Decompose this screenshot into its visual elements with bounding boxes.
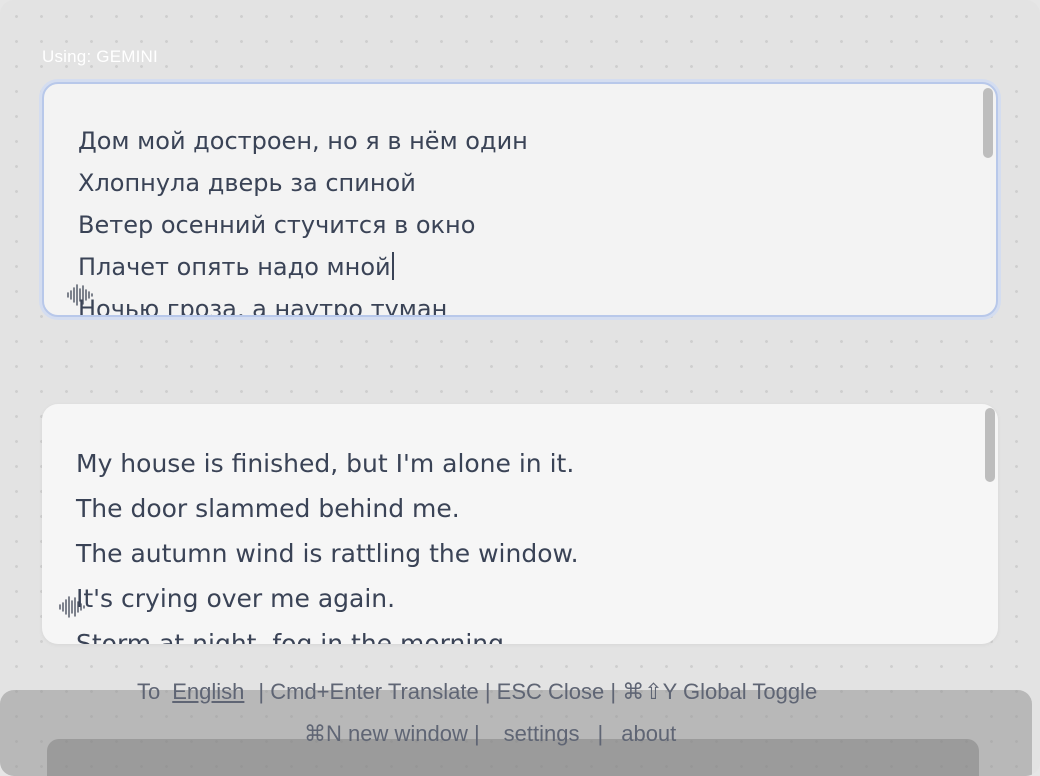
translator-window: Using: GEMINI Дом мой достроен, но я в н… (0, 0, 1040, 776)
source-text-area[interactable]: Дом мой достроен, но я в нём один Хлопну… (42, 82, 998, 317)
source-line: Плачет опять надо мной (78, 253, 391, 281)
translate-shortcut: | Cmd+Enter Translate (258, 679, 479, 704)
to-label: To (137, 679, 161, 704)
source-line: Ветер осенний стучится в окно (78, 211, 476, 239)
about-link[interactable]: about (621, 721, 676, 746)
result-line: The autumn wind is rattling the window. (76, 539, 579, 568)
footer-separator: | (597, 721, 604, 746)
footer-links: ⌘N new window | settings | about (304, 721, 676, 747)
result-scrollbar[interactable] (985, 408, 995, 482)
sound-wave-icon[interactable] (66, 282, 96, 308)
source-text[interactable]: Дом мой достроен, но я в нём один Хлопну… (78, 120, 966, 317)
source-line: Дом мой достроен, но я в нём один (78, 127, 528, 155)
source-line: Хлопнула дверь за спиной (78, 169, 416, 197)
result-line: Storm at night, fog in the morning (76, 629, 504, 644)
provider-label: Using: GEMINI (42, 47, 158, 66)
target-language-link[interactable]: English (172, 679, 244, 704)
result-line: The door slammed behind me. (76, 494, 460, 523)
sound-wave-icon[interactable] (58, 594, 88, 620)
source-scrollbar[interactable] (983, 88, 993, 158)
translation-text[interactable]: My house is finished, but I'm alone in i… (76, 441, 968, 644)
translation-result-area[interactable]: My house is finished, but I'm alone in i… (42, 404, 998, 644)
result-line: It's crying over me again. (76, 584, 396, 613)
global-toggle-shortcut: | ⌘⇧Y Global Toggle (610, 679, 818, 704)
source-line: Ночью гроза, а наутро туман (78, 295, 448, 317)
close-shortcut: | ESC Close (484, 679, 605, 704)
footer-shortcuts: To English | Cmd+Enter Translate | ESC Clo… (137, 679, 817, 705)
text-caret (391, 252, 394, 280)
settings-link[interactable]: settings (504, 721, 580, 746)
result-line: My house is finished, but I'm alone in i… (76, 449, 575, 478)
new-window-shortcut: ⌘N new window | (304, 721, 480, 746)
